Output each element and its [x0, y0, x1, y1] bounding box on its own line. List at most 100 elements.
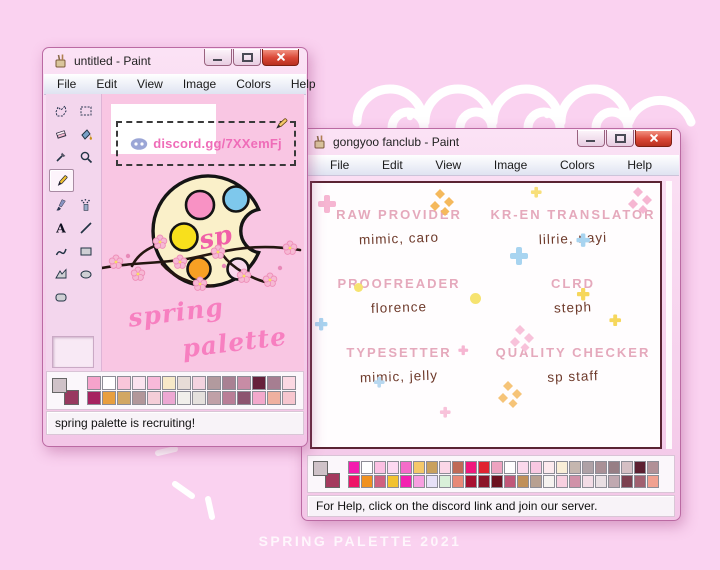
color-swatch[interactable] [504, 474, 516, 488]
color-swatch[interactable] [452, 474, 464, 488]
tool-curve[interactable] [49, 240, 72, 261]
tool-ellipse[interactable] [74, 263, 97, 284]
discord-link[interactable]: discord.gg/7XXemFj [153, 136, 282, 151]
tool-free-form-select[interactable] [49, 100, 72, 121]
tool-text[interactable]: A [49, 217, 72, 238]
color-swatch[interactable] [439, 474, 451, 488]
menu-help[interactable]: Help [284, 77, 323, 91]
tool-line[interactable] [74, 217, 97, 238]
tool-options-box[interactable] [52, 336, 94, 368]
color-swatch[interactable] [177, 376, 191, 390]
color-swatch[interactable] [348, 474, 360, 488]
color-swatch[interactable] [252, 376, 266, 390]
color-swatch[interactable] [569, 460, 581, 474]
color-swatch[interactable] [117, 391, 131, 405]
tool-polygon[interactable] [49, 263, 72, 284]
color-swatch[interactable] [621, 460, 633, 474]
color-swatch[interactable] [267, 376, 281, 390]
color-swatch[interactable] [162, 376, 176, 390]
color-swatch[interactable] [426, 460, 438, 474]
color-swatch[interactable] [192, 391, 206, 405]
color-swatch[interactable] [517, 460, 529, 474]
color-swatch[interactable] [222, 391, 236, 405]
color-swatch[interactable] [400, 474, 412, 488]
tool-pencil[interactable] [49, 169, 74, 192]
minimize-button[interactable] [204, 49, 232, 66]
color-swatch[interactable] [207, 391, 221, 405]
color-swatch[interactable] [634, 474, 646, 488]
color-swatch[interactable] [478, 460, 490, 474]
color-swatch[interactable] [530, 474, 542, 488]
color-swatch[interactable] [132, 376, 146, 390]
color-swatch[interactable] [387, 460, 399, 474]
drawing-canvas[interactable]: discord.gg/7XXemFj sp spring palette [102, 94, 304, 371]
color-swatch[interactable] [504, 460, 516, 474]
close-button[interactable] [262, 49, 299, 66]
color-swatch[interactable] [439, 460, 451, 474]
color-swatch[interactable] [374, 460, 386, 474]
color-swatch[interactable] [426, 474, 438, 488]
tool-pick-color[interactable] [49, 146, 72, 167]
color-swatch[interactable] [132, 391, 146, 405]
maximize-button[interactable] [606, 130, 634, 147]
color-swatch[interactable] [582, 460, 594, 474]
drawing-canvas[interactable]: RAW PROVIDER mimic, caro KR-EN TRANSLATOR l… [310, 181, 662, 449]
color-swatch[interactable] [543, 460, 555, 474]
color-swatch[interactable] [647, 460, 659, 474]
menu-image[interactable]: Image [487, 158, 534, 172]
selection-box[interactable]: discord.gg/7XXemFj [116, 118, 296, 166]
color-swatch[interactable] [556, 460, 568, 474]
color-swatch[interactable] [282, 391, 296, 405]
tool-fill-with-color[interactable] [74, 123, 97, 144]
menu-file[interactable]: File [323, 158, 356, 172]
color-swatch[interactable] [582, 474, 594, 488]
color-swatch[interactable] [543, 474, 555, 488]
menu-file[interactable]: File [50, 77, 83, 91]
color-swatch[interactable] [222, 376, 236, 390]
color-swatch[interactable] [413, 474, 425, 488]
color-swatch[interactable] [621, 474, 633, 488]
color-swatch[interactable] [452, 460, 464, 474]
tool-rectangle[interactable] [74, 240, 97, 261]
tool-brush[interactable] [49, 194, 72, 215]
color-swatch[interactable] [237, 391, 251, 405]
color-swatch[interactable] [491, 460, 503, 474]
menu-help[interactable]: Help [620, 158, 659, 172]
color-swatch[interactable] [192, 376, 206, 390]
color-swatch[interactable] [400, 460, 412, 474]
color-swatch[interactable] [530, 460, 542, 474]
color-swatch[interactable] [147, 376, 161, 390]
color-swatch[interactable] [87, 376, 101, 390]
color-swatch[interactable] [237, 376, 251, 390]
color-swatch[interactable] [348, 460, 360, 474]
color-swatch[interactable] [517, 474, 529, 488]
menu-image[interactable]: Image [176, 77, 223, 91]
menu-colors[interactable]: Colors [553, 158, 602, 172]
menu-colors[interactable]: Colors [229, 77, 278, 91]
color-swatch[interactable] [147, 391, 161, 405]
color-swatch[interactable] [117, 376, 131, 390]
color-swatch[interactable] [595, 474, 607, 488]
color-swatch[interactable] [634, 460, 646, 474]
color-swatch[interactable] [374, 474, 386, 488]
color-swatch[interactable] [87, 391, 101, 405]
color-swatch[interactable] [491, 474, 503, 488]
color-swatch[interactable] [413, 460, 425, 474]
color-swatch[interactable] [465, 460, 477, 474]
color-swatch[interactable] [282, 376, 296, 390]
color-swatch[interactable] [267, 391, 281, 405]
color-swatch[interactable] [162, 391, 176, 405]
menu-view[interactable]: View [130, 77, 170, 91]
menu-edit[interactable]: Edit [89, 77, 124, 91]
color-swatch[interactable] [361, 474, 373, 488]
color-swatch[interactable] [177, 391, 191, 405]
color-swatch[interactable] [387, 474, 399, 488]
tool-select[interactable] [74, 100, 97, 121]
maximize-button[interactable] [233, 49, 261, 66]
color-swatch[interactable] [478, 474, 490, 488]
color-swatch[interactable] [569, 474, 581, 488]
tool-magnifier[interactable] [74, 146, 97, 167]
color-swatch[interactable] [252, 391, 266, 405]
tool-rounded-rectangle[interactable] [49, 286, 72, 307]
color-swatch[interactable] [608, 474, 620, 488]
